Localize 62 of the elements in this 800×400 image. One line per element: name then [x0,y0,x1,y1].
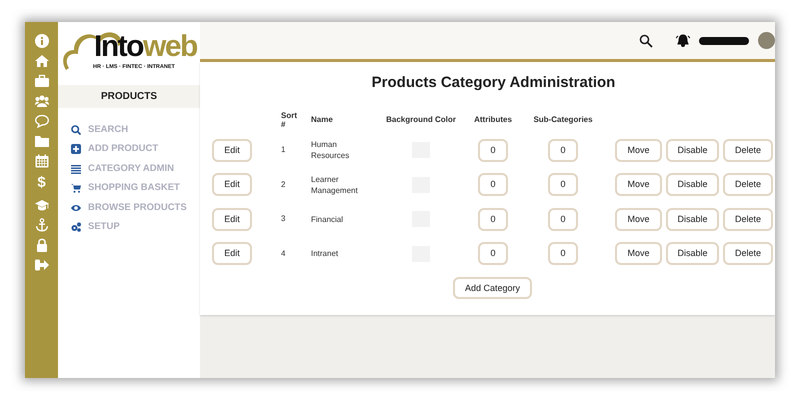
disable-button[interactable]: Disable [666,138,719,162]
sign-out-icon[interactable] [34,258,48,272]
redacted-name-bar [699,36,749,44]
graduation-cap-icon[interactable] [34,198,48,212]
info-icon[interactable] [34,34,48,48]
eye-icon [71,202,81,213]
move-button[interactable]: Move [615,138,662,162]
table-cell-text: 1 [281,144,286,156]
count-button[interactable]: 0 [548,173,578,196]
chat-bubble-icon[interactable] [34,114,48,128]
sidebar-heading: PRODUCTS [58,85,200,108]
edit-button[interactable]: Edit [212,138,252,162]
disable-button[interactable]: Disable [666,173,719,196]
users-icon[interactable] [34,94,48,108]
move-button[interactable]: Move [615,208,662,231]
search-icon[interactable] [639,34,653,48]
edit-button[interactable]: Edit [212,242,252,266]
briefcase-icon[interactable] [34,74,48,88]
table-cell-text: Intranet [311,248,340,260]
delete-button[interactable]: Delete [723,242,773,266]
add-category-button[interactable]: Add Category [453,277,532,299]
move-button[interactable]: Move [615,242,662,266]
delete-button[interactable]: Delete [723,138,773,162]
move-button[interactable]: Move [615,173,662,196]
column-header: Attributes [474,114,512,126]
disable-button[interactable]: Disable [666,208,719,231]
column-header: Sub-Categories [533,114,593,126]
gears-icon [71,222,81,232]
avatar[interactable] [758,32,775,49]
logo-wordmark: Intoweb [94,32,197,62]
count-button[interactable]: 0 [548,138,578,162]
plus-icon [71,144,81,154]
cart-icon [71,183,81,194]
count-button[interactable]: 0 [548,208,578,231]
table-cell-text: 3 [281,213,286,226]
disable-button[interactable]: Disable [666,242,719,266]
table-cell-text: 4 [281,248,286,260]
search-icon [71,124,81,135]
lock-icon[interactable] [34,238,48,252]
column-header: Sort # [281,110,297,128]
edit-button[interactable]: Edit [212,173,252,196]
count-button[interactable]: 0 [478,242,508,266]
column-header: Background Color [386,114,456,126]
delete-button[interactable]: Delete [723,173,773,196]
home-icon[interactable] [34,54,48,68]
list-icon [71,164,81,174]
folder-icon[interactable] [34,134,48,148]
count-button[interactable]: 0 [478,208,508,231]
count-button[interactable]: 0 [548,242,578,266]
anchor-icon[interactable] [34,218,48,232]
calendar-icon[interactable] [34,154,48,168]
table-cell-text: 2 [281,178,286,191]
bell-icon[interactable] [676,34,690,48]
count-button[interactable]: 0 [478,173,508,196]
table-cell-text: Financial [311,214,344,225]
table-cell-text: Learner Management [311,174,359,196]
page-title: Products Category Administration [370,73,616,93]
edit-button[interactable]: Edit [212,208,252,231]
table-cell-text: Human Resources [311,139,350,162]
count-button[interactable]: 0 [478,138,508,162]
delete-button[interactable]: Delete [723,208,773,231]
column-header: Name [311,114,334,126]
